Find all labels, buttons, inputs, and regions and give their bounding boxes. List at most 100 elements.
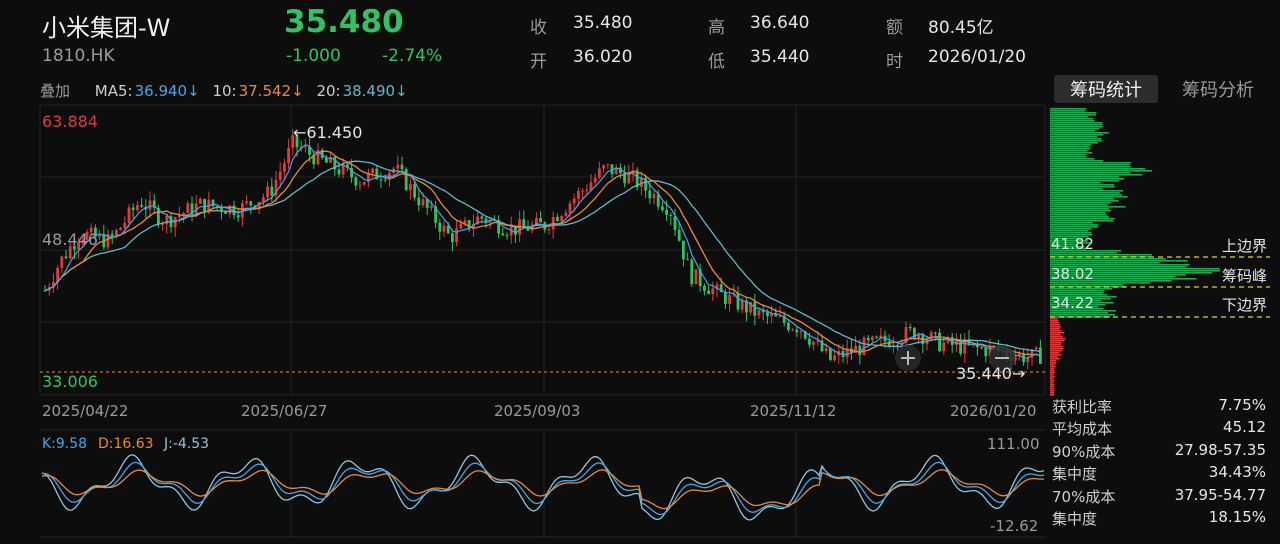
candle-body bbox=[711, 288, 715, 295]
candle-body bbox=[682, 240, 685, 260]
chip-bar bbox=[1050, 206, 1126, 208]
chip-bar bbox=[1050, 164, 1130, 166]
candle-body bbox=[249, 201, 253, 206]
chip-bar bbox=[1050, 198, 1115, 200]
candle-body bbox=[287, 147, 290, 164]
candle-body bbox=[757, 309, 761, 316]
candle-body bbox=[379, 179, 383, 181]
chip-bar bbox=[1050, 180, 1119, 182]
candle-body bbox=[585, 190, 589, 192]
stat-label: 平均成本 bbox=[1052, 420, 1113, 438]
chip-bar bbox=[1050, 188, 1103, 190]
y-min-label: 33.006 bbox=[42, 372, 98, 391]
candle-body bbox=[161, 224, 164, 226]
chip-bar bbox=[1050, 228, 1092, 230]
chip-bar bbox=[1050, 358, 1060, 360]
stat-label: 获利比率 bbox=[1052, 398, 1113, 416]
stat-label: 集中度 bbox=[1052, 510, 1098, 528]
candle-body bbox=[602, 165, 605, 169]
candle-body bbox=[430, 206, 433, 208]
candle-body bbox=[522, 219, 526, 227]
candle-body bbox=[505, 235, 509, 237]
chip-bar bbox=[1050, 182, 1101, 184]
chip-bar bbox=[1050, 210, 1111, 212]
candle-body bbox=[60, 256, 64, 269]
candle-body bbox=[606, 164, 610, 166]
chip-bar bbox=[1050, 324, 1061, 326]
candle-body bbox=[362, 181, 366, 185]
candle-body bbox=[581, 190, 584, 192]
chip-peak-label: 筹码峰 bbox=[1222, 267, 1268, 285]
candle-body bbox=[64, 256, 68, 259]
current-low-annotation: 35.440→ bbox=[956, 364, 1026, 383]
chip-bar bbox=[1050, 334, 1061, 336]
candle-body bbox=[652, 194, 656, 199]
candle-body bbox=[908, 326, 912, 329]
y-mid-label: 48.446 bbox=[42, 230, 98, 249]
date-label: 2025/09/03 bbox=[494, 402, 581, 420]
chip-bar bbox=[1050, 138, 1102, 140]
candle-body bbox=[278, 171, 282, 180]
candlestick-series bbox=[43, 128, 1042, 370]
stat-value: 18.15% bbox=[1208, 508, 1266, 526]
candle-body bbox=[568, 203, 572, 213]
chip-bar bbox=[1050, 314, 1116, 316]
candle-body bbox=[593, 177, 597, 183]
chip-bar bbox=[1050, 382, 1054, 384]
chip-bar bbox=[1050, 322, 1060, 324]
chip-bar bbox=[1050, 214, 1107, 216]
chip-bar bbox=[1050, 216, 1109, 218]
chip-bar bbox=[1050, 330, 1062, 332]
candle-body bbox=[740, 300, 744, 310]
candle-body bbox=[829, 348, 832, 360]
chip-bar bbox=[1050, 224, 1099, 226]
candle-body bbox=[938, 332, 941, 352]
ma10-line bbox=[44, 150, 1041, 357]
chip-bar bbox=[1050, 338, 1066, 340]
stat-value: 7.75% bbox=[1218, 396, 1266, 414]
chip-bar bbox=[1050, 354, 1062, 356]
candle-body bbox=[354, 177, 358, 186]
candle-body bbox=[262, 197, 265, 202]
candle-body bbox=[766, 312, 769, 317]
stat-value: 34.43% bbox=[1208, 463, 1266, 481]
chip-bar bbox=[1050, 118, 1094, 120]
stat-label: 90%成本 bbox=[1052, 443, 1116, 461]
candle-body bbox=[753, 302, 757, 316]
date-label: 2025/06/27 bbox=[241, 402, 328, 420]
chip-bar bbox=[1050, 290, 1105, 292]
chip-bar bbox=[1050, 172, 1131, 174]
candle-body bbox=[396, 164, 400, 169]
kdj-lines bbox=[41, 454, 1045, 521]
candle-body bbox=[123, 222, 127, 228]
chip-bar bbox=[1050, 364, 1056, 366]
chip-bar bbox=[1050, 348, 1064, 350]
chip-bar bbox=[1050, 116, 1088, 118]
stat-value: 27.98-57.35 bbox=[1174, 441, 1266, 459]
candle-body bbox=[728, 294, 731, 304]
chip-bar bbox=[1050, 376, 1055, 378]
candle-body bbox=[1034, 347, 1038, 350]
chip-bar bbox=[1050, 192, 1120, 194]
candle-body bbox=[199, 198, 202, 204]
stat-value: 37.95-54.77 bbox=[1174, 486, 1266, 504]
candle-body bbox=[686, 259, 689, 261]
candle-body bbox=[770, 313, 773, 317]
chip-bar bbox=[1050, 390, 1055, 392]
chip-bar bbox=[1050, 124, 1103, 126]
candle-body bbox=[304, 146, 307, 148]
chip-bar bbox=[1050, 332, 1065, 334]
chip-bar bbox=[1050, 184, 1115, 186]
zoom-in-icon[interactable] bbox=[895, 345, 921, 371]
chip-bar bbox=[1050, 136, 1098, 138]
chip-bar bbox=[1050, 166, 1131, 168]
kdj-k-value: K:9.58 bbox=[42, 436, 88, 452]
chip-bar bbox=[1050, 218, 1115, 220]
stat-value: 45.12 bbox=[1223, 418, 1266, 436]
chip-bar bbox=[1050, 226, 1099, 228]
candle-body bbox=[140, 205, 143, 207]
ma20-line bbox=[44, 160, 1041, 353]
chip-bar bbox=[1050, 340, 1065, 342]
candle-body bbox=[812, 341, 815, 345]
chip-bar bbox=[1050, 368, 1055, 370]
